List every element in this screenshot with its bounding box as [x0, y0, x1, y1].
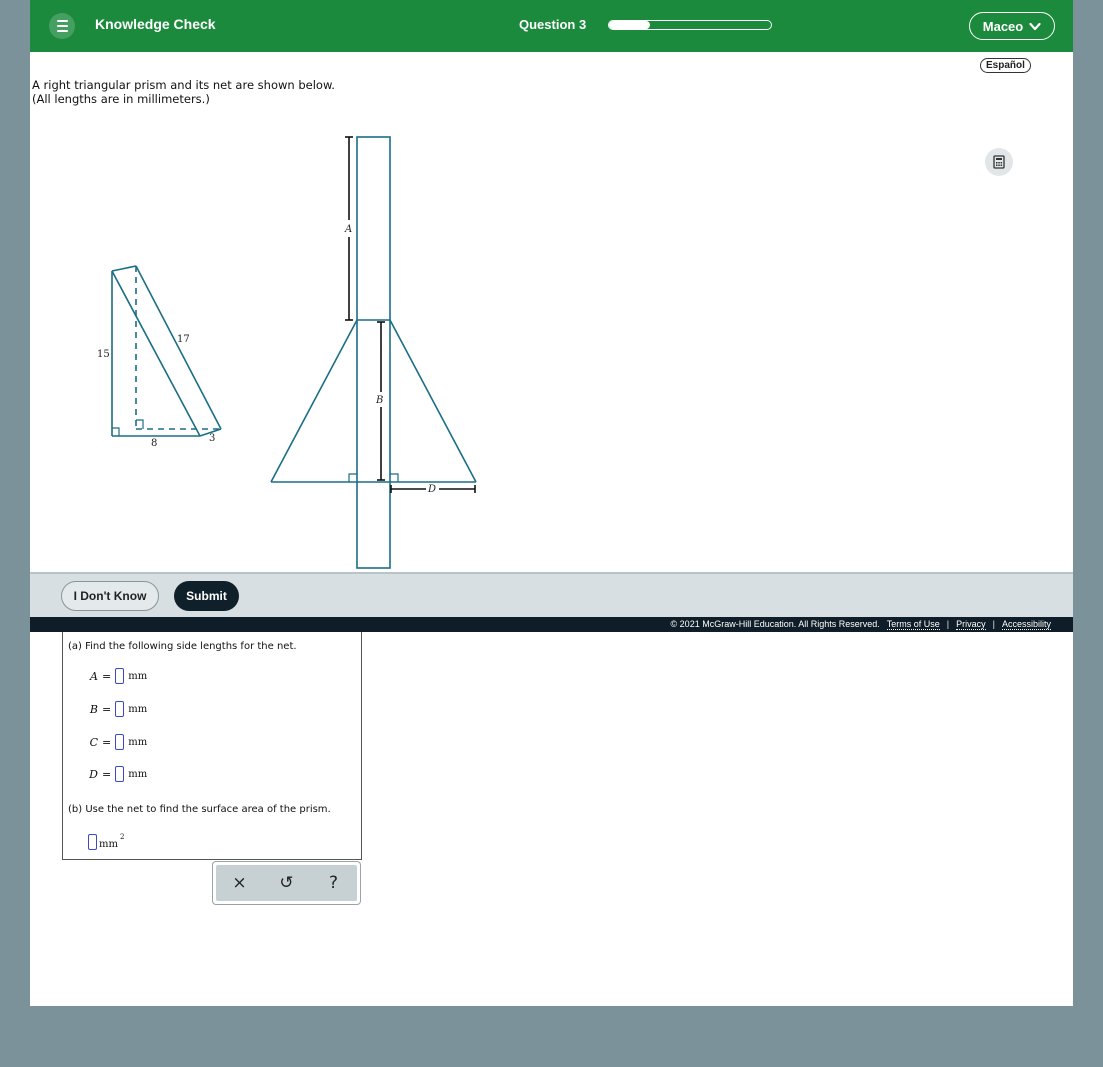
answer-var: A — [90, 669, 98, 683]
equals-sign: = — [102, 735, 112, 749]
answer-input-a[interactable] — [115, 668, 125, 684]
net-b-label: B — [375, 395, 383, 406]
answer-unit: mm — [128, 768, 148, 780]
surface-area-row: mm 2 — [88, 833, 125, 850]
answer-var: D — [89, 767, 98, 781]
prism-net-drawing — [270, 136, 477, 569]
answer-input-d[interactable] — [115, 766, 125, 782]
net-d-label: D — [427, 484, 436, 495]
triangular-prism-drawing — [111, 265, 222, 437]
action-bar: I Don't Know Submit — [30, 572, 1073, 617]
answer-var: B — [89, 702, 98, 716]
prism-depth-label: 3 — [209, 433, 215, 444]
part-a-instruction: (a) Find the following side lengths for … — [68, 641, 297, 652]
answer-row-c: C = mm — [88, 734, 147, 750]
prism-and-net-figure: 15 17 8 3 A B D — [97, 136, 477, 569]
footer: © 2021 McGraw-Hill Education. All Rights… — [30, 617, 1073, 632]
net-dimension-lines — [345, 136, 476, 493]
answer-row-d: D = mm — [88, 766, 147, 782]
clear-icon[interactable]: × — [227, 870, 253, 896]
answer-unit: mm — [128, 703, 148, 715]
surface-area-exponent: 2 — [119, 833, 125, 841]
answer-unit: mm — [128, 670, 148, 682]
answer-input-c[interactable] — [115, 734, 125, 750]
prism-height-label: 15 — [97, 349, 110, 360]
answer-row-b: B = mm — [88, 701, 147, 717]
footer-separator: | — [946, 619, 950, 629]
equals-sign: = — [102, 767, 112, 781]
answer-input-b[interactable] — [115, 701, 125, 717]
submit-button[interactable]: Submit — [174, 581, 239, 611]
answer-unit: mm — [128, 736, 148, 748]
footer-separator: | — [992, 619, 995, 629]
answer-tools-panel: × ↺ ? — [212, 861, 361, 905]
surface-area-unit: mm — [99, 839, 118, 850]
equals-sign: = — [102, 669, 112, 683]
net-a-label: A — [344, 224, 352, 235]
terms-of-use-link[interactable]: Terms of Use — [886, 619, 940, 630]
prism-base-label: 8 — [151, 438, 157, 449]
answer-row-a: A = mm — [88, 668, 147, 684]
help-icon[interactable]: ? — [321, 870, 347, 896]
accessibility-link[interactable]: Accessibility — [1001, 619, 1051, 630]
privacy-link[interactable]: Privacy — [956, 619, 986, 630]
surface-area-input[interactable] — [88, 834, 97, 850]
prism-hypotenuse-label: 17 — [177, 334, 190, 345]
equals-sign: = — [102, 702, 112, 716]
answer-panel: (a) Find the following side lengths for … — [62, 632, 362, 860]
part-b-instruction: (b) Use the net to find the surface area… — [68, 804, 331, 815]
dont-know-button[interactable]: I Don't Know — [61, 581, 159, 611]
undo-icon[interactable]: ↺ — [274, 870, 300, 896]
copyright-text: © 2021 McGraw-Hill Education. All Rights… — [670, 619, 880, 629]
answer-var: C — [89, 735, 98, 749]
